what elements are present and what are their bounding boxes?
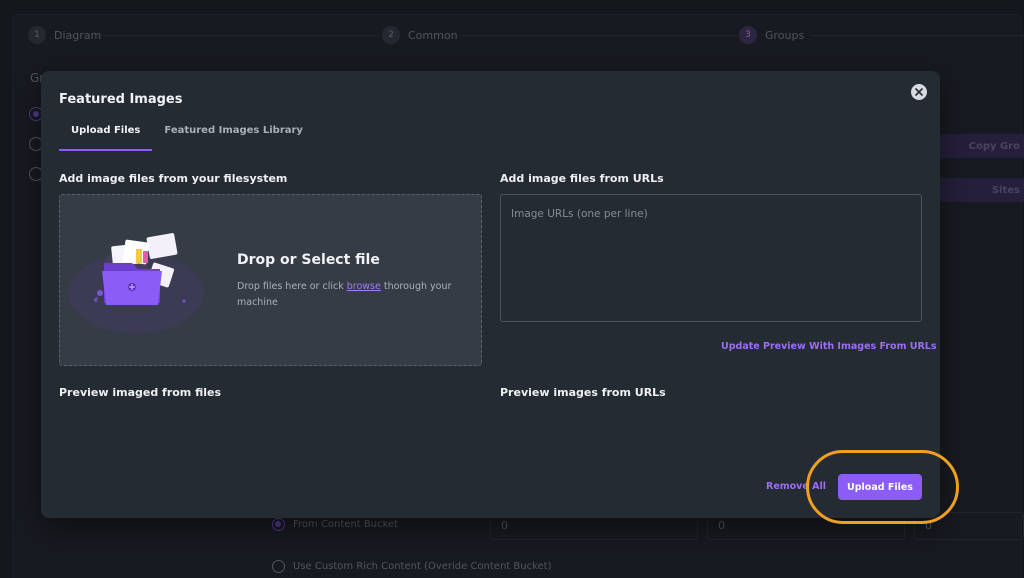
file-dropzone[interactable]: Drop or Select file Drop files here or c… [59, 194, 482, 366]
upload-folder-illustration [68, 233, 204, 333]
urls-label: Add image files from URLs [500, 172, 664, 185]
tab-featured-images-library[interactable]: Featured Images Library [152, 125, 315, 151]
image-urls-input[interactable] [500, 194, 922, 322]
update-preview-button[interactable]: Update Preview With Images From URLs [721, 341, 937, 352]
close-icon [915, 88, 923, 96]
dropzone-description: Drop files here or click browse thorough… [237, 279, 467, 311]
dropzone-title: Drop or Select file [237, 252, 380, 268]
modal-title: Featured Images [59, 92, 183, 107]
modal-tabs: Upload Files Featured Images Library [59, 125, 315, 151]
remove-all-button[interactable]: Remove All [766, 481, 826, 492]
preview-urls-label: Preview images from URLs [500, 386, 666, 399]
tab-upload-files[interactable]: Upload Files [59, 125, 153, 151]
dropzone-text: Drop files here or click [237, 281, 347, 292]
upload-files-button[interactable]: Upload Files [838, 474, 922, 500]
preview-files-label: Preview imaged from files [59, 386, 222, 399]
browse-link[interactable]: browse [347, 281, 381, 292]
close-button[interactable] [911, 84, 927, 100]
filesystem-label: Add image files from your filesystem [59, 172, 288, 185]
featured-images-modal: Featured Images Upload Files Featured Im… [41, 71, 940, 518]
